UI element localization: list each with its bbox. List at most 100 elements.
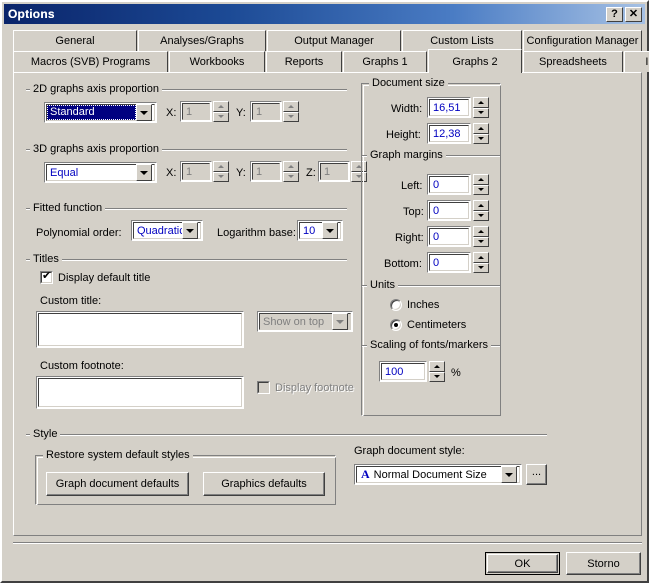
- radio-icon[interactable]: [390, 319, 402, 331]
- group-style-title: Style: [30, 428, 61, 440]
- units-inches-radio[interactable]: Inches: [390, 299, 439, 311]
- checkbox-icon[interactable]: [257, 381, 270, 394]
- axis-2d-proportion-combo[interactable]: Standard: [44, 102, 157, 123]
- axis-2d-y-field[interactable]: 1: [250, 101, 282, 122]
- chevron-down-icon[interactable]: [136, 164, 152, 181]
- margin-bottom-input[interactable]: 0: [427, 252, 471, 273]
- spinner-up-icon[interactable]: [473, 174, 489, 185]
- spinner-up-icon[interactable]: [283, 161, 299, 172]
- spinner-up-icon[interactable]: [473, 97, 489, 108]
- spinner-down-icon[interactable]: [213, 171, 229, 182]
- tab-configuration-manager[interactable]: Configuration Manager: [523, 30, 642, 51]
- margin-left-input[interactable]: 0: [427, 174, 471, 195]
- spinner-up-icon[interactable]: [473, 226, 489, 237]
- chevron-down-icon[interactable]: [182, 222, 198, 239]
- tab-graphs-1[interactable]: Graphs 1: [343, 51, 427, 72]
- margin-bottom-value: 0: [429, 254, 469, 271]
- display-default-title-checkbox[interactable]: Display default title: [40, 270, 150, 284]
- group-scaling-title: Scaling of fonts/markers: [367, 339, 491, 351]
- margin-right-input[interactable]: 0: [427, 226, 471, 247]
- tab-spreadsheets[interactable]: Spreadsheets: [523, 51, 623, 72]
- help-button[interactable]: ?: [606, 6, 623, 22]
- polynomial-order-combo[interactable]: Quadratic: [131, 220, 203, 241]
- spinner-up-icon[interactable]: [283, 101, 299, 112]
- ok-button[interactable]: OK: [485, 552, 560, 575]
- tab-workbooks[interactable]: Workbooks: [169, 51, 265, 72]
- axis-2d-x-spinner[interactable]: [213, 101, 229, 122]
- chevron-down-icon[interactable]: [332, 313, 348, 330]
- logarithm-base-label: Logarithm base:: [217, 227, 296, 239]
- spinner-down-icon[interactable]: [429, 371, 445, 382]
- show-on-top-combo[interactable]: Show on top: [257, 311, 353, 332]
- height-value: 12,38: [429, 125, 469, 142]
- axis-2d-y-spinner[interactable]: [283, 101, 299, 122]
- radio-icon[interactable]: [390, 299, 402, 311]
- axis-3d-proportion-combo[interactable]: Equal: [44, 162, 157, 183]
- tab-output-manager[interactable]: Output Manager: [267, 30, 401, 51]
- axis-3d-x-spinner[interactable]: [213, 161, 229, 182]
- tab-custom-lists[interactable]: Custom Lists: [402, 30, 522, 51]
- spinner-up-icon[interactable]: [213, 161, 229, 172]
- width-spinner[interactable]: [473, 97, 489, 118]
- axis-3d-x-field[interactable]: 1: [180, 161, 212, 182]
- graphics-defaults-button[interactable]: Graphics defaults: [203, 472, 325, 496]
- height-spinner[interactable]: [473, 123, 489, 144]
- tab-reports[interactable]: Reports: [266, 51, 342, 72]
- polynomial-order-value: Quadratic: [137, 224, 182, 237]
- axis-3d-y-value: 1: [252, 163, 280, 180]
- margin-right-value: 0: [429, 228, 469, 245]
- spinner-down-icon[interactable]: [473, 236, 489, 247]
- margin-bottom-spinner[interactable]: [473, 252, 489, 273]
- custom-title-value: [38, 313, 242, 346]
- custom-footnote-input[interactable]: [36, 376, 244, 409]
- close-button[interactable]: ✕: [625, 6, 642, 22]
- axis-3d-z-field[interactable]: 1: [318, 161, 350, 182]
- display-footnote-checkbox[interactable]: Display footnote: [257, 381, 354, 394]
- tab-macros-svb-programs[interactable]: Macros (SVB) Programs: [13, 51, 168, 72]
- scaling-input[interactable]: 100: [379, 361, 427, 382]
- graph-document-style-browse-button[interactable]: ...: [526, 464, 547, 485]
- chevron-down-icon[interactable]: [136, 104, 152, 121]
- spinner-down-icon[interactable]: [473, 107, 489, 118]
- document-style-a-icon: A: [361, 467, 370, 481]
- tab-import[interactable]: Import: [624, 51, 649, 72]
- spinner-down-icon[interactable]: [283, 111, 299, 122]
- tab-graphs-2[interactable]: Graphs 2: [428, 49, 522, 73]
- graph-document-style-combo[interactable]: A Normal Document Size: [354, 464, 522, 485]
- graph-document-defaults-button[interactable]: Graph document defaults: [46, 472, 189, 496]
- spinner-up-icon[interactable]: [213, 101, 229, 112]
- width-label: Width:: [391, 103, 423, 115]
- logarithm-base-combo[interactable]: 10: [297, 220, 343, 241]
- spinner-up-icon[interactable]: [473, 252, 489, 263]
- spinner-up-icon[interactable]: [473, 123, 489, 134]
- cancel-button[interactable]: Storno: [566, 552, 641, 575]
- tab-analyses-graphs[interactable]: Analyses/Graphs: [138, 30, 266, 51]
- spinner-down-icon[interactable]: [473, 210, 489, 221]
- margin-left-spinner[interactable]: [473, 174, 489, 195]
- tab-general[interactable]: General: [13, 30, 137, 51]
- spinner-down-icon[interactable]: [213, 111, 229, 122]
- width-input[interactable]: 16,51: [427, 97, 471, 118]
- chevron-down-icon[interactable]: [322, 222, 338, 239]
- spinner-up-icon[interactable]: [429, 361, 445, 372]
- custom-title-input[interactable]: [36, 311, 244, 348]
- scaling-spinner[interactable]: [429, 361, 445, 382]
- axis-3d-y-field[interactable]: 1: [250, 161, 282, 182]
- group-style-separator: [26, 434, 547, 436]
- margin-top-spinner[interactable]: [473, 200, 489, 221]
- group-titles-separator: [26, 259, 347, 261]
- spinner-up-icon[interactable]: [473, 200, 489, 211]
- margin-right-spinner[interactable]: [473, 226, 489, 247]
- chevron-down-icon[interactable]: [501, 466, 517, 483]
- checkbox-icon[interactable]: [40, 270, 53, 284]
- spinner-down-icon[interactable]: [473, 262, 489, 273]
- title-bar-buttons: ? ✕: [606, 6, 642, 22]
- axis-2d-x-field[interactable]: 1: [180, 101, 212, 122]
- units-centimeters-radio[interactable]: Centimeters: [390, 319, 466, 331]
- spinner-down-icon[interactable]: [473, 184, 489, 195]
- spinner-down-icon[interactable]: [283, 171, 299, 182]
- axis-3d-y-spinner[interactable]: [283, 161, 299, 182]
- height-input[interactable]: 12,38: [427, 123, 471, 144]
- spinner-down-icon[interactable]: [473, 133, 489, 144]
- margin-top-input[interactable]: 0: [427, 200, 471, 221]
